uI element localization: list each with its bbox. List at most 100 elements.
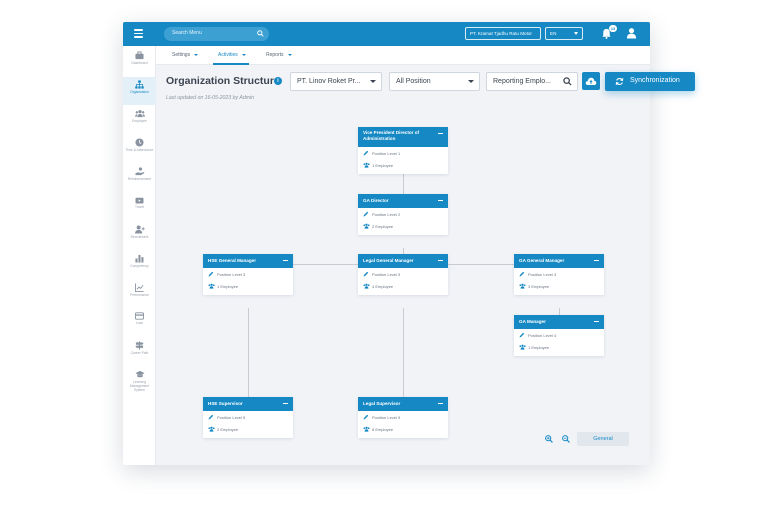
zoom-in-icon[interactable] [545,435,553,443]
reporting-employee-search[interactable]: Reporting Emplo... [486,72,578,91]
sidebar-item-label: Travel [134,205,145,209]
sidebar-item-competency[interactable]: Competency [123,251,156,279]
org-node-hse-general-manager[interactable]: HSE General Manager Position Level 3 1 E… [203,254,293,295]
suitcase-icon [135,197,144,204]
node-title: GA General Manager [519,258,565,263]
sidebar-item-recruitment[interactable]: Recruitment [123,222,156,250]
people-icon [519,344,526,350]
node-employees: 4 Employee [372,284,394,289]
sidebar-item-label: Time & Attendance [125,148,154,152]
search-placeholder: Search Menu [172,30,202,36]
collapse-icon[interactable] [594,260,599,262]
synchronization-button[interactable]: Synchronization [605,72,695,91]
org-node-ga-manager[interactable]: GA Manager Position Level 4 1 Employee [514,315,604,356]
org-node-hse-supervisor[interactable]: HSE Supervisor Position Level 5 2 Employ… [203,397,293,438]
sidebar-item-label: Performance [130,293,149,297]
node-title: HSE Supervisor [208,401,243,406]
pencil-icon [208,271,214,277]
collapse-icon[interactable] [283,403,288,405]
collapse-icon[interactable] [594,321,599,323]
briefcase-icon [135,51,144,60]
sidebar-item-label: Dashboard [131,61,148,65]
sidebar-item-organization[interactable]: Organization [123,77,156,105]
top-bar: Search Menu PT. Kramat Tjadhu Ratu Motor… [123,22,650,46]
hand-money-icon [135,167,144,176]
sidebar-item-loan[interactable]: Loan [123,309,156,337]
sidebar-item-label: Organization [130,90,149,94]
node-level: Position Level 5 [372,415,401,420]
sidebar-item-employee[interactable]: Employee [123,106,156,134]
org-chart-icon [135,80,144,89]
node-level: Position Level 5 [217,415,246,420]
reporting-filter-value: Reporting Emplo... [493,78,551,85]
node-level: Position Level 3 [217,272,246,277]
chevron-down-icon [468,80,474,83]
sidebar-item-label: Competency [130,264,149,268]
sidebar-item-label: Learning Management System [129,380,150,392]
position-filter-select[interactable]: All Position [389,72,480,91]
sidebar-item-time-attendance[interactable]: Time & Attendance [123,135,156,163]
org-node-ga-director[interactable]: GA Director Position Level 2 2 Employee [358,194,448,235]
tab-settings[interactable]: Settings [172,52,199,58]
node-employees: 1 Employee [217,284,239,289]
card-icon [135,312,144,320]
sidebar-item-label: Career Path [130,351,149,355]
collapse-icon[interactable] [438,200,443,202]
pencil-icon [363,271,369,277]
node-title: GA Director [363,198,389,203]
org-node-legal-general-manager[interactable]: Legal General Manager Position Level 3 4… [358,254,448,295]
page-title: Organization Structure [166,75,280,87]
org-node-legal-supervisor[interactable]: Legal Supervisor Position Level 5 8 Empl… [358,397,448,438]
node-title: Vice President Director of Administratio… [363,130,420,141]
collapse-icon[interactable] [438,133,443,135]
people-icon [519,283,526,289]
sidebar-item-label: Recruitment [130,235,149,239]
language-selector[interactable]: EN [545,27,583,40]
sidebar-item-dashboard[interactable]: Dashboard [123,48,156,76]
node-title: HSE General Manager [208,258,256,263]
clock-icon [135,138,144,147]
info-icon[interactable]: i [274,77,282,85]
sidebar-item-performance[interactable]: Performance [123,280,156,308]
node-employees: 1 Employee [528,345,550,350]
cloud-upload-button[interactable] [582,72,600,90]
node-level: Position Level 1 [372,151,401,156]
people-icon [208,283,215,289]
graduation-cap-icon [134,370,145,378]
people-icon [363,162,370,168]
node-level: Position Level 3 [372,272,401,277]
people-icon [134,110,145,118]
zoom-out-icon[interactable] [562,435,570,443]
tab-label: Settings [172,52,191,58]
tab-reports[interactable]: Reports [266,52,292,58]
node-employees: 1 Employee [372,163,394,168]
sidebar-item-label: Reimbursement [127,177,152,181]
sidebar-item-travel[interactable]: Travel [123,193,156,221]
sidebar-item-reimbursement[interactable]: Reimbursement [123,164,156,192]
org-node-ga-general-manager[interactable]: GA General Manager Position Level 3 3 Em… [514,254,604,295]
collapse-icon[interactable] [438,403,443,405]
company-selector[interactable]: PT. Kramat Tjadhu Ratu Motor [465,27,541,40]
company-filter-select[interactable]: PT. Linov Roket Pr... [290,72,382,91]
people-icon [363,426,370,432]
node-employees: 8 Employee [372,427,394,432]
sidebar-item-label: Loan [135,321,144,325]
org-node-vp-director[interactable]: Vice President Director of Administratio… [358,127,448,174]
tab-activities[interactable]: Activities [218,52,246,58]
signpost-icon [135,341,144,350]
sidebar-item-lms[interactable]: Learning Management System [123,367,156,401]
search-icon [563,77,572,86]
hamburger-menu-icon[interactable] [134,29,143,38]
sidebar-item-career-path[interactable]: Career Path [123,338,156,366]
sidebar-item-label: Employee [132,119,147,123]
active-tab-indicator [213,63,249,65]
tab-label: Activities [218,52,238,58]
pencil-icon [363,414,369,420]
pencil-icon [363,211,369,217]
view-mode-general-button[interactable]: General [577,432,629,446]
people-icon [208,426,215,432]
search-input[interactable]: Search Menu [164,27,269,41]
collapse-icon[interactable] [283,260,288,262]
user-profile-icon[interactable] [626,27,637,39]
collapse-icon[interactable] [438,260,443,262]
